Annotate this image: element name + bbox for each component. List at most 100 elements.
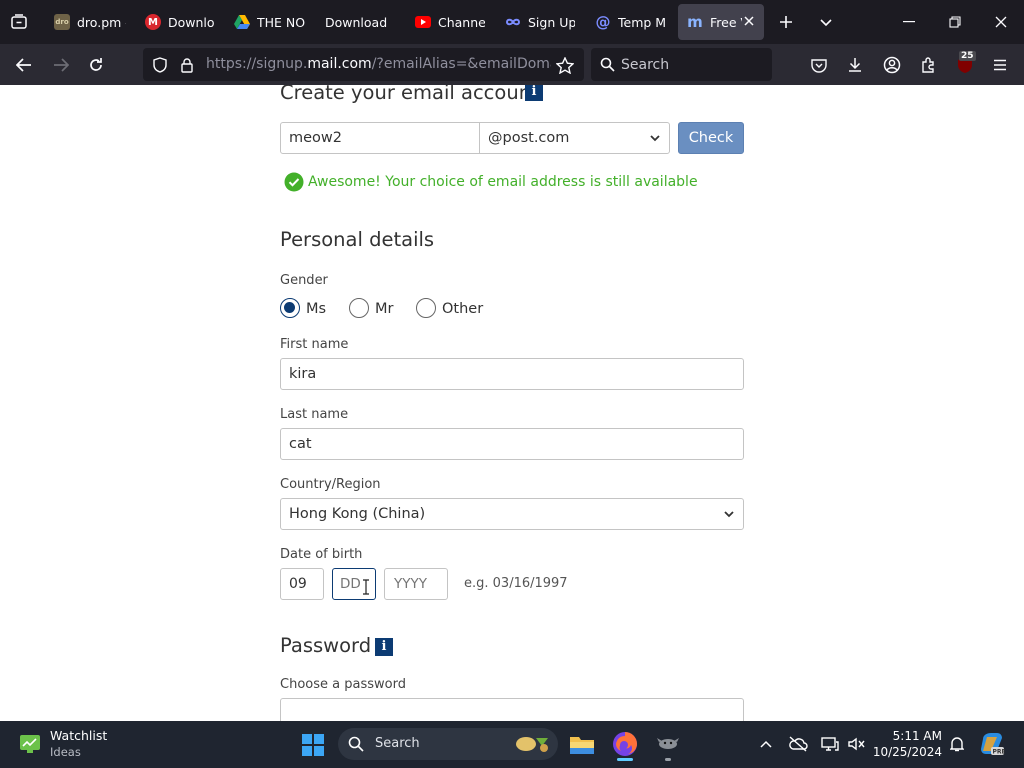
search-bar[interactable] [591,48,772,81]
close-window-icon[interactable] [988,11,1014,33]
tab-label: Downlo [168,14,215,30]
shield-icon[interactable] [150,55,170,75]
dob-month-field[interactable]: 09 [280,568,324,600]
search-placeholder: Search [621,57,670,73]
dob-example-hint: e.g. 03/16/1997 [464,576,568,591]
gender-radio-mr[interactable] [349,298,369,318]
url-domain: mail.com [307,56,372,72]
tab-label: THE NO [257,14,306,30]
tab-google-drive[interactable]: THE NO [234,4,306,40]
list-tabs-chevron-down-icon[interactable] [815,11,837,33]
clock-date[interactable]: 10/25/2024 [870,745,942,759]
info-icon[interactable]: i [525,85,543,101]
choose-password-label: Choose a password [280,677,406,692]
copilot-icon[interactable]: PRE [978,730,1006,758]
tab-label: Download [325,14,388,30]
taskbar-search-label: Search [375,736,420,751]
ublock-extension-icon[interactable]: 25 [953,51,977,78]
email-domain-select[interactable]: @post.com [479,122,670,154]
notification-bell-icon[interactable] [946,733,968,755]
email-domain-value: @post.com [488,130,570,146]
youtube-icon [415,14,431,30]
restore-icon[interactable] [942,11,968,33]
file-explorer-icon[interactable] [568,731,596,759]
pocket-icon[interactable] [808,54,830,76]
active-app-indicator [617,758,633,761]
extension-badge: 25 [959,51,976,61]
bookmark-star-icon[interactable] [554,54,576,76]
first-name-label: First name [280,337,349,352]
forward-arrow-icon[interactable] [49,53,73,77]
tab-free-mail-active[interactable]: m Free V [678,4,764,40]
tab-mega-download[interactable]: M Downlo [145,4,215,40]
gender-option-label: Ms [306,301,327,317]
tab-sign-up[interactable]: Sign Up [505,4,575,40]
tab-label: Channel [438,14,485,30]
tab-label: Temp M [618,14,665,30]
search-icon [348,736,364,752]
widget-title[interactable]: Watchlist [50,728,107,743]
page-content: Create your email account i meow2 @post.… [0,85,1024,721]
tab-label: Sign Up [528,14,575,30]
gender-radio-ms[interactable] [280,298,300,318]
back-arrow-icon[interactable] [12,53,36,77]
svg-text:PRE: PRE [993,749,1006,756]
tab-label: Free V [710,14,742,30]
google-drive-icon [234,14,250,30]
reload-icon[interactable] [84,53,108,77]
minimize-icon[interactable] [896,11,922,33]
extensions-icon[interactable] [917,54,939,76]
tab-download[interactable]: Download [325,4,395,40]
volume-muted-icon[interactable] [845,733,867,755]
last-name-label: Last name [280,407,349,422]
gender-radio-other[interactable] [416,298,436,318]
widget-subtitle: Ideas [50,745,81,759]
country-select[interactable]: Hong Kong (China) [280,498,744,530]
text-cursor-icon [362,579,370,595]
clock-time[interactable]: 5:11 AM [880,729,942,743]
stock-widget-icon[interactable] [18,732,42,756]
running-app-indicator [665,758,671,761]
password-field[interactable] [280,698,744,721]
animal-app-icon[interactable] [654,730,682,761]
tab-temp-mail[interactable]: @ Temp M [595,4,666,40]
new-tab-icon[interactable] [775,11,797,33]
search-icon [598,55,616,73]
first-name-field[interactable]: kira [280,358,744,390]
password-heading: Password [280,634,372,657]
windows-start-icon[interactable] [300,732,326,758]
cloud-off-icon[interactable] [786,733,810,755]
tab-overview-icon[interactable] [8,11,30,33]
chevron-down-icon [650,135,660,142]
dob-year-field[interactable] [384,568,448,600]
check-button[interactable]: Check [678,122,744,154]
lock-icon[interactable] [177,55,197,75]
account-icon[interactable] [881,54,903,76]
personal-details-heading: Personal details [280,228,435,251]
info-icon[interactable]: i [375,638,393,656]
network-icon[interactable] [819,733,841,755]
last-name-field[interactable]: cat [280,428,744,460]
availability-message: Awesome! Your choice of email address is… [308,174,698,190]
dro-icon: dro [54,14,70,30]
email-alias-input[interactable]: meow2 [280,122,480,154]
mega-icon: M [145,14,161,30]
firefox-icon[interactable] [611,730,639,761]
check-circle-icon [284,172,304,192]
url-rest: /?emailAlias=&emailDomain=m [371,56,551,72]
create-account-heading: Create your email account [280,85,539,104]
tab-strip: dro dro.pm - M Downlo THE NO Download Ch… [0,0,1024,44]
menu-hamburger-icon[interactable] [989,54,1011,76]
windows-taskbar: Watchlist Ideas Search 5:11 AM 10/25/202… [0,721,1024,768]
gender-label: Gender [280,273,328,288]
tab-dro-pm[interactable]: dro dro.pm - [54,4,126,40]
url-text[interactable]: https://signup.mail.com/?emailAlias=&ema… [206,56,551,72]
downloads-icon[interactable] [844,54,866,76]
chevron-up-icon[interactable] [756,734,776,754]
tab-youtube-channel[interactable]: Channel [415,4,485,40]
country-value: Hong Kong (China) [289,506,426,522]
date-of-birth-label: Date of birth [280,547,363,562]
url-prefix: https://signup. [206,56,308,72]
taskbar-search-box[interactable]: Search [338,728,558,760]
close-icon[interactable] [742,14,756,28]
